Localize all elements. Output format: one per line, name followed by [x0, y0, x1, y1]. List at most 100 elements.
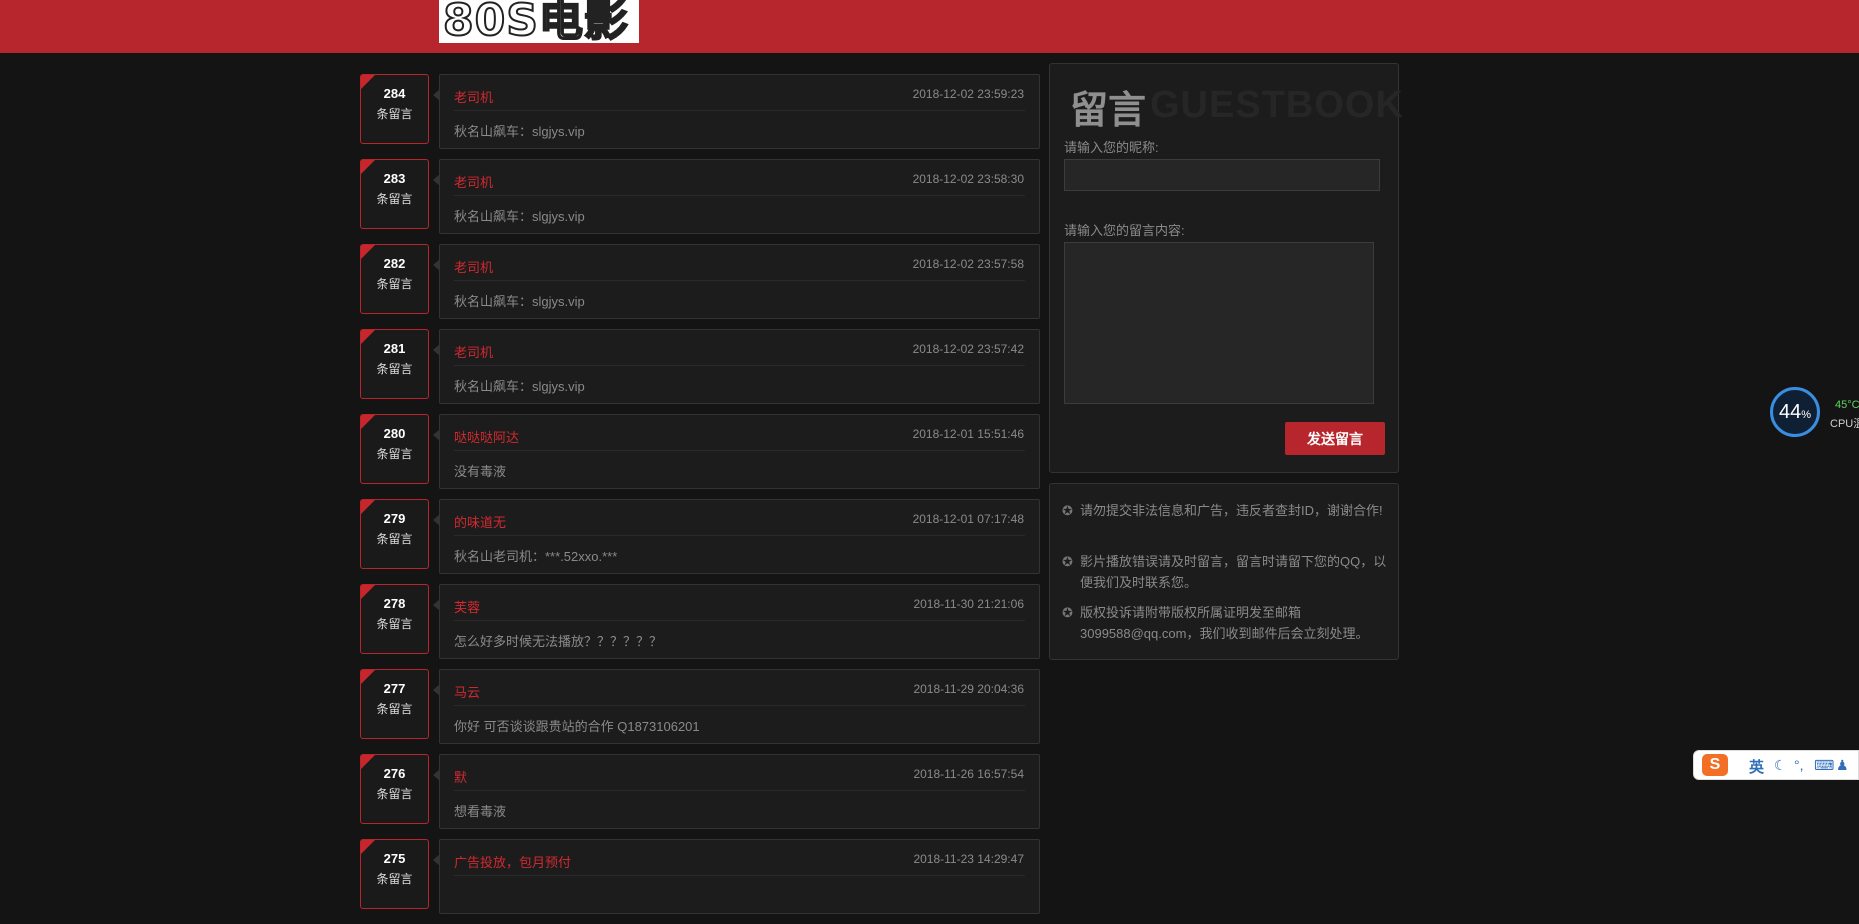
message-count-badge: 275 条留言 [360, 839, 429, 909]
top-header-bar: 80S电影网 [0, 0, 1859, 53]
message-count-badge: 276 条留言 [360, 754, 429, 824]
message-author: 老司机 [454, 90, 494, 105]
message-card: 老司机 2018-12-02 23:58:30 秋名山飙车：slgjys.vip [433, 159, 1040, 234]
message-author: 老司机 [454, 260, 494, 275]
corner-flag-icon [361, 670, 375, 684]
message-content: 想看毒液 [454, 804, 507, 819]
card-pointer-icon [433, 684, 440, 696]
ime-language-toggle[interactable]: 英 [1749, 756, 1764, 777]
message-count-unit: 条留言 [376, 362, 413, 376]
divider [454, 705, 1025, 706]
message-time: 2018-12-02 23:57:58 [912, 257, 1024, 271]
message-time: 2018-11-30 21:21:06 [913, 597, 1024, 611]
message-time: 2018-12-01 15:51:46 [912, 427, 1024, 441]
divider [454, 195, 1025, 196]
message-card: 默 2018-11-26 16:57:54 想看毒液 [433, 754, 1040, 829]
message-count-badge: 284 条留言 [360, 74, 429, 144]
message-content: 秋名山飙车：slgjys.vip [454, 124, 585, 139]
corner-flag-icon [361, 755, 375, 769]
message-row: 281 条留言 老司机 2018-12-02 23:57:42 秋名山飙车：sl… [360, 329, 1040, 404]
notice-text: 请勿提交非法信息和广告，违反者查封ID，谢谢合作! [1080, 503, 1383, 518]
message-card: 老司机 2018-12-02 23:57:42 秋名山飙车：slgjys.vip [433, 329, 1040, 404]
message-card: 广告投放，包月预付 2018-11-23 14:29:47 [433, 839, 1040, 914]
card-pointer-icon [433, 514, 440, 526]
notice-item: ✪ 影片播放错误请及时留言，留言时请留下您的QQ，以便我们及时联系您。 [1062, 551, 1388, 593]
message-row: 279 条留言 的味道无 2018-12-01 07:17:48 秋名山老司机：… [360, 499, 1040, 574]
corner-flag-icon [361, 330, 375, 344]
user-icon[interactable]: ♟ [1836, 757, 1849, 774]
message-card: 马云 2018-11-29 20:04:36 你好 可否谈谈跟贵站的合作 Q18… [433, 669, 1040, 744]
message-count-badge: 281 条留言 [360, 329, 429, 399]
divider [454, 535, 1025, 536]
message-card: 老司机 2018-12-02 23:59:23 秋名山飙车：slgjys.vip [433, 74, 1040, 149]
card-pointer-icon [433, 429, 440, 441]
message-row: 275 条留言 广告投放，包月预付 2018-11-23 14:29:47 [360, 839, 1040, 914]
star-bullet-icon: ✪ [1062, 605, 1073, 620]
message-content: 你好 可否谈谈跟贵站的合作 Q1873106201 [454, 719, 700, 734]
message-author: 哒哒哒阿达 [454, 430, 520, 445]
message-author: 广告投放，包月预付 [454, 855, 572, 870]
message-list: 284 条留言 老司机 2018-12-02 23:59:23 秋名山飙车：sl… [360, 74, 1040, 924]
message-count-badge: 283 条留言 [360, 159, 429, 229]
message-count-unit: 条留言 [376, 872, 413, 886]
guestbook-title: 留言 [1070, 90, 1147, 132]
card-pointer-icon [433, 854, 440, 866]
message-time: 2018-12-01 07:17:48 [912, 512, 1024, 526]
input-method-toolbar[interactable]: S 英 ☾ °, ⌨ ♟ [1693, 750, 1859, 780]
nickname-label: 请输入您的昵称: [1064, 140, 1159, 155]
moon-icon[interactable]: ☾ [1774, 757, 1787, 774]
divider [454, 365, 1025, 366]
nickname-input[interactable] [1064, 159, 1380, 191]
message-time: 2018-11-26 16:57:54 [913, 767, 1024, 781]
message-author: 的味道无 [454, 515, 507, 530]
corner-flag-icon [361, 160, 375, 174]
message-time: 2018-11-23 14:29:47 [913, 852, 1024, 866]
message-row: 278 条留言 芙蓉 2018-11-30 21:21:06 怎么好多时候无法播… [360, 584, 1040, 659]
message-time: 2018-12-02 23:59:23 [912, 87, 1024, 101]
message-count-badge: 282 条留言 [360, 244, 429, 314]
message-count-unit: 条留言 [376, 787, 413, 801]
corner-flag-icon [361, 245, 375, 259]
cpu-temperature-label: CPU温度 [1830, 418, 1859, 430]
corner-flag-icon [361, 500, 375, 514]
sogou-logo-icon[interactable]: S [1702, 754, 1728, 776]
message-row: 283 条留言 老司机 2018-12-02 23:58:30 秋名山飙车：sl… [360, 159, 1040, 234]
message-count-unit: 条留言 [376, 277, 413, 291]
message-time: 2018-12-02 23:58:30 [912, 172, 1024, 186]
message-count-badge: 277 条留言 [360, 669, 429, 739]
divider [454, 790, 1025, 791]
message-row: 276 条留言 默 2018-11-26 16:57:54 想看毒液 [360, 754, 1040, 829]
notice-item: ✪ 版权投诉请附带版权所属证明发至邮箱3099588@qq.com，我们收到邮件… [1062, 602, 1388, 644]
punctuation-icon[interactable]: °, [1794, 757, 1804, 773]
card-pointer-icon [433, 769, 440, 781]
cpu-monitor-widget[interactable]: 44% 45°C CPU温度 [1770, 385, 1859, 445]
notice-text: 版权投诉请附带版权所属证明发至邮箱3099588@qq.com，我们收到邮件后会… [1080, 605, 1369, 641]
guestbook-form-panel: GUESTBOOK 留言 请输入您的昵称: 请输入您的留言内容: 发送留言 [1049, 63, 1403, 473]
message-content: 没有毒液 [454, 464, 507, 479]
message-count-unit: 条留言 [376, 532, 413, 546]
send-message-button[interactable]: 发送留言 [1285, 422, 1385, 455]
message-count-badge: 279 条留言 [360, 499, 429, 569]
site-logo[interactable]: 80S电影网 [439, 0, 639, 43]
message-content-textarea[interactable] [1064, 242, 1374, 404]
message-count-unit: 条留言 [376, 107, 413, 121]
corner-flag-icon [361, 840, 375, 854]
keyboard-icon[interactable]: ⌨ [1814, 757, 1834, 774]
cpu-usage-ring: 44% [1770, 387, 1820, 437]
corner-flag-icon [361, 585, 375, 599]
message-row: 277 条留言 马云 2018-11-29 20:04:36 你好 可否谈谈跟贵… [360, 669, 1040, 744]
message-content: 怎么好多时候无法播放？？？？？？ [454, 634, 663, 649]
divider [454, 450, 1025, 451]
message-row: 282 条留言 老司机 2018-12-02 23:57:58 秋名山飙车：sl… [360, 244, 1040, 319]
message-time: 2018-12-02 23:57:42 [912, 342, 1024, 356]
divider [454, 620, 1025, 621]
card-pointer-icon [433, 344, 440, 356]
divider [454, 110, 1025, 111]
message-content: 秋名山飙车：slgjys.vip [454, 294, 585, 309]
card-pointer-icon [433, 89, 440, 101]
message-author: 老司机 [454, 345, 494, 360]
message-content-label: 请输入您的留言内容: [1064, 223, 1185, 238]
cpu-temperature: 45°C [1835, 399, 1859, 411]
card-pointer-icon [433, 174, 440, 186]
message-author: 默 [454, 770, 468, 785]
